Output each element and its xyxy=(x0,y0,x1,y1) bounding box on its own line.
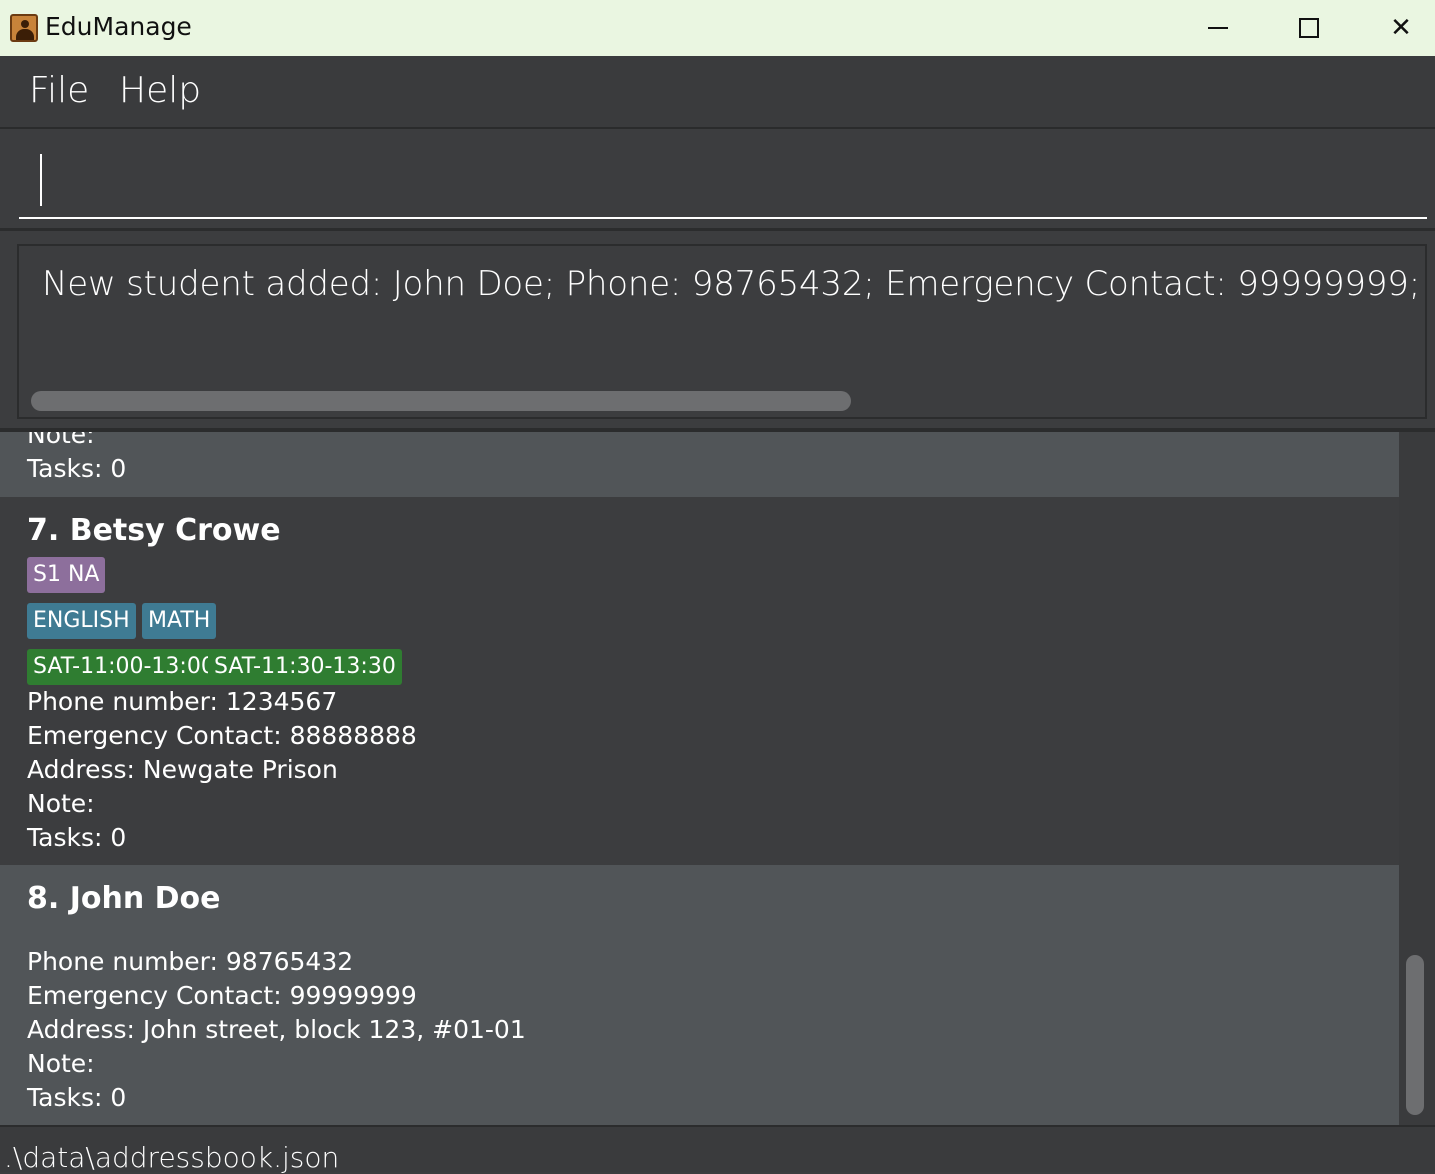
minimize-icon xyxy=(1208,27,1228,29)
result-message: New student added: John Doe; Phone: 9876… xyxy=(42,264,1425,304)
app-icon xyxy=(10,14,38,42)
phone-field: Phone number: 1234567 xyxy=(27,687,338,716)
menu-bar: File Help xyxy=(0,56,1435,129)
maximize-icon xyxy=(1299,18,1319,38)
list-scrollbar-thumb[interactable] xyxy=(1406,955,1424,1115)
address-field: Address: Newgate Prison xyxy=(27,755,338,784)
note-field: Note: xyxy=(27,1049,95,1078)
note-field: Note: xyxy=(27,432,95,449)
close-icon: ✕ xyxy=(1390,13,1412,43)
level-tag: S1 NA xyxy=(27,557,106,593)
subject-tag: ENGLISH xyxy=(27,603,136,639)
subject-tag: MATH xyxy=(142,603,217,639)
maximize-button[interactable] xyxy=(1263,0,1355,56)
address-field: Address: John street, block 123, #01-01 xyxy=(27,1015,526,1044)
student-list[interactable]: Note: Tasks: 0 7. Betsy Crowe S1 NA ENGL… xyxy=(0,432,1399,1125)
tasks-field: Tasks: 0 xyxy=(27,823,127,852)
student-card[interactable]: 8. John Doe Phone number: 98765432 Emerg… xyxy=(0,865,1399,1125)
command-input[interactable] xyxy=(19,143,1427,219)
student-name: 7. Betsy Crowe xyxy=(27,513,281,548)
student-name: 8. John Doe xyxy=(27,881,221,916)
result-display[interactable]: New student added: John Doe; Phone: 9876… xyxy=(17,244,1427,419)
data-file-path: .\data\addressbook.json xyxy=(4,1141,340,1174)
result-horizontal-scrollbar[interactable] xyxy=(31,391,851,411)
menu-help[interactable]: Help xyxy=(119,70,201,111)
menu-file[interactable]: File xyxy=(29,70,89,111)
note-field: Note: xyxy=(27,789,95,818)
tasks-field: Tasks: 0 xyxy=(27,454,127,483)
window-title: EduManage xyxy=(45,12,192,41)
title-bar: EduManage ✕ xyxy=(0,0,1435,56)
lesson-tag: SAT-11:30-13:30 xyxy=(208,649,402,685)
command-box xyxy=(0,131,1435,231)
lesson-tag: SAT-11:00-13:00 xyxy=(27,649,221,685)
close-button[interactable]: ✕ xyxy=(1355,0,1435,56)
student-card[interactable]: 7. Betsy Crowe S1 NA ENGLISH MATH SAT-11… xyxy=(0,497,1399,865)
emergency-contact-field: Emergency Contact: 88888888 xyxy=(27,721,417,750)
emergency-contact-field: Emergency Contact: 99999999 xyxy=(27,981,417,1010)
tasks-field: Tasks: 0 xyxy=(27,1083,127,1112)
phone-field: Phone number: 98765432 xyxy=(27,947,354,976)
student-card[interactable]: Note: Tasks: 0 xyxy=(0,432,1399,497)
status-bar: .\data\addressbook.json xyxy=(0,1125,1435,1174)
minimize-button[interactable] xyxy=(1172,0,1264,56)
text-caret xyxy=(40,154,42,206)
